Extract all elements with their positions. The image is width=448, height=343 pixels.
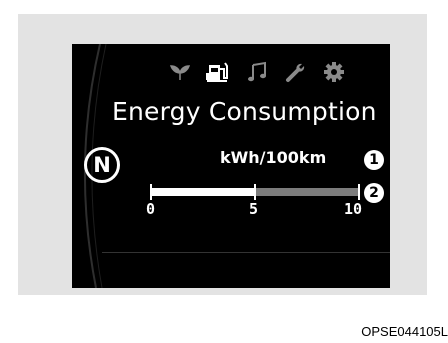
- display-divider: [102, 252, 390, 253]
- gauge-tick-label-max: 10: [344, 200, 363, 218]
- gauge-tick-label-mid: 5: [249, 200, 259, 218]
- wrench-icon[interactable]: [283, 60, 309, 84]
- fuel-charge-icon[interactable]: [205, 60, 231, 84]
- menu-icon-bar: [167, 60, 357, 84]
- callout-marker-2: 2: [364, 183, 384, 203]
- consumption-gauge-bar: [150, 184, 360, 200]
- music-note-icon[interactable]: [245, 60, 271, 84]
- gear-settings-icon[interactable]: [321, 60, 347, 84]
- gear-indicator: N: [84, 147, 120, 183]
- eco-leaf-icon[interactable]: [167, 60, 193, 84]
- gauge-tick-label-min: 0: [146, 200, 156, 218]
- gauge-tick-mid: [254, 184, 256, 200]
- callout-marker-1: 1: [364, 150, 384, 170]
- figure-caption-code: OPSE044105L: [361, 324, 448, 339]
- gauge-tick-min: [150, 184, 152, 200]
- cluster-display: Energy Consumption N kWh/100km 1 2 0 5 1…: [72, 44, 390, 288]
- screen-title: Energy Consumption: [112, 97, 377, 126]
- gauge-fill: [150, 188, 255, 196]
- gauge-tick-max: [358, 184, 360, 200]
- consumption-unit-label: kWh/100km: [220, 148, 327, 167]
- gear-indicator-letter: N: [93, 152, 111, 177]
